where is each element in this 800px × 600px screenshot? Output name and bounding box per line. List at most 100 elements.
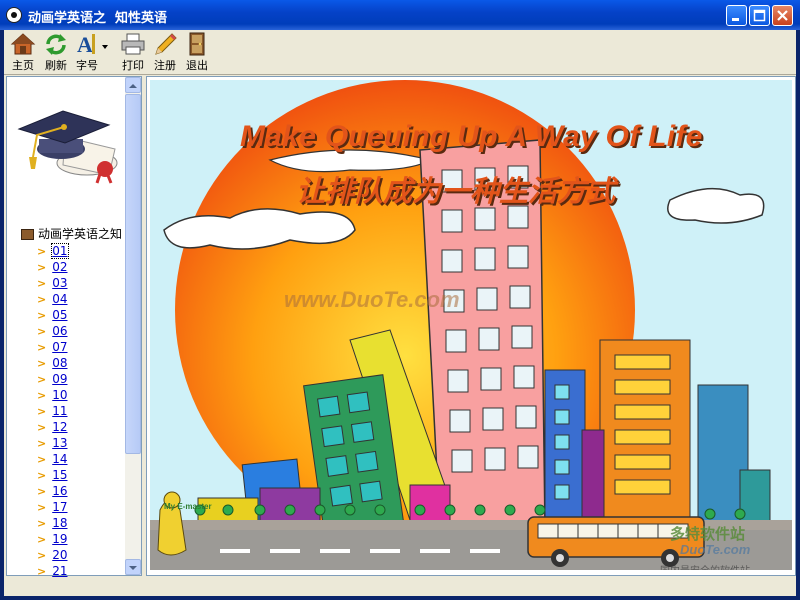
arrow-icon: > <box>37 421 47 434</box>
lesson-link[interactable]: 15 <box>52 468 67 482</box>
mascot-caption: My E-master <box>164 502 212 511</box>
arrow-icon: > <box>37 293 47 306</box>
cloud-right <box>667 187 765 224</box>
lesson-link[interactable]: 03 <box>52 276 67 290</box>
lesson-link[interactable]: 21 <box>52 564 67 578</box>
lesson-item-04[interactable]: >04 <box>37 291 68 307</box>
register-button[interactable]: 注册 <box>150 32 180 72</box>
lesson-link[interactable]: 05 <box>52 308 67 322</box>
lesson-link[interactable]: 06 <box>52 324 67 338</box>
lesson-link[interactable]: 11 <box>52 404 67 418</box>
lesson-link[interactable]: 01 <box>51 243 69 259</box>
arrow-icon: > <box>37 485 47 498</box>
lesson-item-10[interactable]: >10 <box>37 387 68 403</box>
lesson-item-20[interactable]: >20 <box>37 547 68 563</box>
print-icon <box>121 33 145 55</box>
toolbar: 主页 刷新 A 字号 打印 注册 退出 <box>4 30 796 75</box>
home-icon <box>10 33 36 55</box>
arrow-icon: > <box>37 453 47 466</box>
site-watermark: www.DuoTe.com <box>284 287 460 312</box>
print-button[interactable]: 打印 <box>118 32 148 72</box>
arrow-icon: > <box>37 405 47 418</box>
lesson-item-21[interactable]: >21 <box>37 563 68 579</box>
lesson-item-15[interactable]: >15 <box>37 467 68 483</box>
minimize-icon <box>732 18 739 21</box>
lesson-link[interactable]: 20 <box>52 548 67 562</box>
lesson-link[interactable]: 10 <box>52 388 67 402</box>
title-bar[interactable]: 动画学英语之 知性英语 <box>0 0 800 30</box>
brand-slogan: 国内最安全的软件站 <box>660 562 750 570</box>
lesson-content-pane[interactable]: Make Queuing Up A Way Of Life 让排队成为一种生活方… <box>146 76 796 576</box>
font-size-button[interactable]: A 字号 <box>74 32 114 72</box>
lesson-item-11[interactable]: >11 <box>37 403 68 419</box>
font-size-icon: A <box>77 32 108 56</box>
lesson-link[interactable]: 02 <box>52 260 67 274</box>
lesson-item-01[interactable]: >01 <box>37 243 69 259</box>
lesson-item-09[interactable]: >09 <box>37 371 68 387</box>
maximize-button[interactable] <box>749 5 770 26</box>
minimize-button[interactable] <box>726 5 747 26</box>
arrow-icon: > <box>37 261 47 274</box>
cloud-left <box>163 208 356 250</box>
lesson-item-16[interactable]: >16 <box>37 483 68 499</box>
lesson-link[interactable]: 19 <box>52 532 67 546</box>
scroll-thumb[interactable] <box>125 94 141 454</box>
close-button[interactable] <box>772 5 793 26</box>
close-icon <box>777 10 788 21</box>
chevron-up-icon <box>129 84 137 88</box>
graduation-cap-icon <box>17 110 118 184</box>
lesson-item-12[interactable]: >12 <box>37 419 68 435</box>
lesson-link[interactable]: 09 <box>52 372 67 386</box>
tree-root-item[interactable]: 动画学英语之知 <box>21 225 122 242</box>
lesson-item-14[interactable]: >14 <box>37 451 68 467</box>
lesson-item-13[interactable]: >13 <box>37 435 68 451</box>
lesson-link[interactable]: 07 <box>52 340 67 354</box>
lesson-link[interactable]: 08 <box>52 356 67 370</box>
arrow-icon: > <box>37 373 47 386</box>
lesson-link[interactable]: 17 <box>52 500 67 514</box>
lesson-item-03[interactable]: >03 <box>37 275 68 291</box>
lesson-title-english: Make Queuing Up A Way Of Life <box>240 120 703 153</box>
app-icon[interactable] <box>6 7 22 23</box>
lesson-link[interactable]: 13 <box>52 436 67 450</box>
book-icon <box>21 229 34 240</box>
scroll-down-button[interactable] <box>125 559 141 575</box>
chevron-down-icon <box>129 566 137 570</box>
lesson-item-07[interactable]: >07 <box>37 339 68 355</box>
scroll-up-button[interactable] <box>125 77 141 93</box>
arrow-icon: > <box>37 565 47 578</box>
arrow-icon: > <box>37 357 47 370</box>
arrow-icon: > <box>37 309 47 322</box>
svg-text:A: A <box>77 32 93 56</box>
lesson-link[interactable]: 04 <box>52 292 67 306</box>
lesson-link[interactable]: 16 <box>52 484 67 498</box>
lesson-item-06[interactable]: >06 <box>37 323 68 339</box>
arrow-icon: > <box>37 501 47 514</box>
exit-door-icon <box>189 32 205 56</box>
sidebar-tree[interactable]: 动画学英语之知 >01 >02 >03 >04 >05 >06 >07 >08 >09 >10 >1… <box>6 76 142 579</box>
home-button[interactable]: 主页 <box>8 32 38 72</box>
arrow-icon: > <box>37 437 47 450</box>
sidebar-scrollbar[interactable] <box>125 77 141 575</box>
lesson-item-08[interactable]: >08 <box>37 355 68 371</box>
arrow-icon: > <box>37 325 47 338</box>
app-window: 动画学英语之 知性英语 主页 刷新 A 字号 打印 注册 退出 动画学英语之知 … <box>0 0 800 600</box>
lesson-item-18[interactable]: >18 <box>37 515 68 531</box>
arrow-icon: > <box>37 517 47 530</box>
lesson-link[interactable]: 14 <box>52 452 67 466</box>
arrow-icon: > <box>37 389 47 402</box>
arrow-icon: > <box>37 533 47 546</box>
lesson-item-17[interactable]: >17 <box>37 499 68 515</box>
arrow-icon: > <box>37 277 47 290</box>
lesson-item-02[interactable]: >02 <box>37 259 68 275</box>
refresh-icon <box>46 34 66 55</box>
brand-watermark-en: DuoTe.com <box>680 542 751 557</box>
exit-button[interactable]: 退出 <box>182 32 212 72</box>
lesson-link[interactable]: 18 <box>52 516 67 530</box>
arrow-icon: > <box>37 469 47 482</box>
window-title: 动画学英语之 知性英语 <box>28 11 168 26</box>
lesson-item-05[interactable]: >05 <box>37 307 68 323</box>
lesson-item-19[interactable]: >19 <box>37 531 68 547</box>
refresh-button[interactable]: 刷新 <box>41 32 71 72</box>
lesson-link[interactable]: 12 <box>52 420 67 434</box>
